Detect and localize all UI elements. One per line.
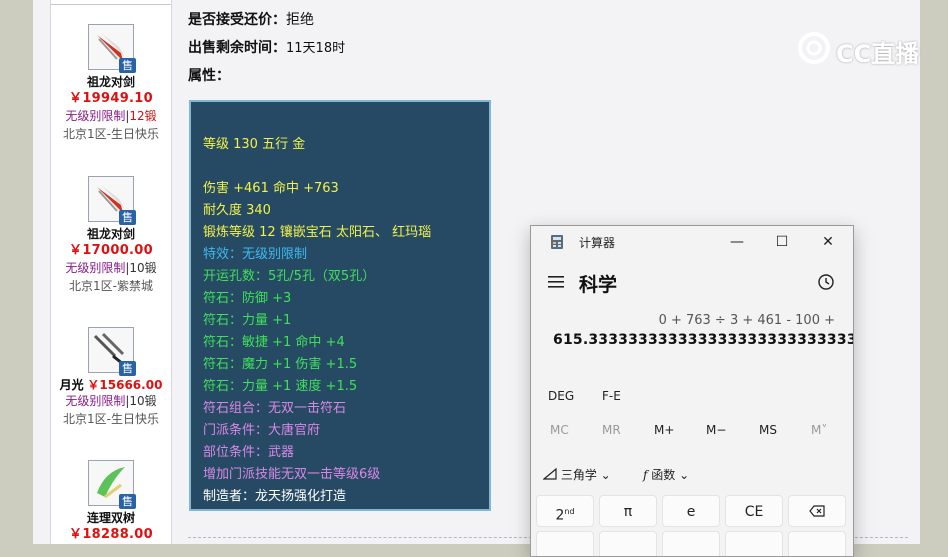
item-name[interactable]: 祖龙对剑 [51, 226, 171, 242]
item-name[interactable]: 祖龙对剑 [51, 74, 171, 90]
bargain-value: 拒绝 [286, 12, 314, 28]
listing-item[interactable]: 售 连理双树 ￥18288.00 [51, 460, 171, 544]
item-limit: 无级别限制|10锻 [65, 394, 157, 408]
close-button[interactable]: ✕ [817, 232, 839, 252]
memory-add-button[interactable]: M+ [654, 423, 674, 437]
item-name[interactable]: 连理双树 [51, 510, 171, 526]
item-limit: 无级别限制|12锻 [65, 109, 157, 123]
memory-recall-button[interactable]: MR [602, 423, 621, 437]
item-thumbnail[interactable]: 售 [88, 176, 136, 225]
item-price: ￥18288.00 [69, 527, 153, 542]
stat-line: 符石：魔力 +1 伤害 +1.5 [203, 357, 358, 372]
stat-line: 门派条件：大唐官府 [203, 423, 321, 438]
item-server: 北京1区-紫禁城 [69, 279, 153, 293]
time-value: 11天18时 [286, 41, 346, 56]
item-name[interactable]: 月光 [60, 378, 84, 392]
item-thumbnail[interactable]: 售 [88, 460, 136, 509]
stat-line: 符石：防御 +3 [203, 291, 292, 306]
for-sale-badge: 售 [119, 210, 136, 225]
attribute-label: 属性： [188, 68, 230, 84]
stat-line: 符石：力量 +1 [203, 313, 292, 328]
stat-line: 锻炼等级 12 镶嵌宝石 太阳石、 红玛瑙 [203, 225, 432, 240]
history-icon[interactable] [817, 273, 835, 291]
item-server: 北京1区-生日快乐 [63, 127, 159, 141]
calculator-key[interactable] [662, 531, 720, 556]
stat-line: 符石：力量 +1 速度 +1.5 [203, 379, 358, 394]
fe-button[interactable]: F-E [602, 389, 621, 403]
stat-line: 部位条件：武器 [203, 445, 295, 460]
calculator-key[interactable] [536, 531, 594, 556]
chevron-down-icon: ⌄ [600, 468, 611, 482]
stat-line: 制造者：龙天扬强化打造 [203, 489, 347, 504]
listing-item[interactable]: 售 祖龙对剑 ￥17000.00 无级别限制|10锻 北京1区-紫禁城 [51, 176, 171, 295]
function-dropdown[interactable]: f 函数 ⌄ [643, 466, 689, 483]
menu-icon[interactable] [548, 276, 564, 288]
chevron-down-icon: ⌄ [679, 468, 690, 482]
for-sale-badge: 售 [119, 494, 136, 509]
mode-title: 科学 [579, 274, 618, 296]
maximize-button[interactable]: ☐ [771, 232, 793, 252]
item-thumbnail[interactable]: 售 [88, 327, 136, 376]
backspace-key[interactable] [788, 495, 846, 527]
stat-line: 符石组合：无双一击符石 [203, 401, 347, 416]
stat-line: 增加门派技能无双一击等级6级 [203, 467, 381, 482]
watermark-icon [798, 32, 830, 64]
divider [51, 4, 171, 5]
item-price: ￥19949.10 [69, 91, 153, 106]
for-sale-badge: 售 [119, 58, 136, 73]
item-server: 北京1区-生日快乐 [63, 412, 159, 426]
stat-line: 开运孔数：5孔/5孔（双5孔） [203, 269, 376, 284]
title-bar[interactable]: 计算器 — ☐ ✕ [531, 226, 853, 258]
item-limit: 无级别限制|10锻 [65, 261, 157, 275]
item-price: ￥17000.00 [69, 243, 153, 258]
stat-line: 等级 130 五行 金 [203, 137, 306, 152]
watermark-logo: CC直播 [796, 30, 920, 68]
stat-line: 耐久度 340 [203, 203, 271, 218]
time-label: 出售剩余时间： [188, 40, 286, 56]
item-thumbnail[interactable]: 售 [88, 24, 136, 73]
stat-line: 特效：无级别限制 [203, 247, 308, 262]
for-sale-badge: 售 [119, 361, 136, 376]
trigonometry-dropdown[interactable]: 三角学 ⌄ [542, 466, 611, 483]
calculator-key[interactable] [599, 531, 657, 556]
listing-sidebar: 售 祖龙对剑 ￥19949.10 无级别限制|12锻 北京1区-生日快乐 售 祖… [50, 0, 172, 544]
bargain-label: 是否接受还价： [188, 12, 286, 28]
memory-subtract-button[interactable]: M− [706, 423, 726, 437]
bargain-row: 是否接受还价：拒绝 [188, 9, 314, 29]
time-row: 出售剩余时间：11天18时 [188, 37, 345, 57]
backspace-icon [809, 505, 825, 517]
result-display: 615.3333333333333333333333333333 [553, 332, 854, 348]
calculator-app-icon [551, 235, 563, 249]
euler-key[interactable]: e [662, 495, 720, 527]
memory-list-button[interactable]: M˅ [811, 423, 827, 437]
attribute-panel: 等级 130 五行 金 伤害 +461 命中 +763 耐久度 340 锻炼等级… [189, 100, 491, 511]
calculator-key[interactable] [725, 531, 783, 556]
window-title: 计算器 [579, 236, 616, 250]
pi-key[interactable]: π [599, 495, 657, 527]
expression-display: 0 + 763 ÷ 3 + 461 - 100 + [658, 313, 835, 328]
memory-store-button[interactable]: MS [759, 423, 777, 437]
attribute-row: 属性： [188, 65, 230, 85]
stat-line: 伤害 +461 命中 +763 [203, 181, 339, 196]
item-price: ￥15666.00 [87, 378, 163, 392]
function-label: 函数 [651, 468, 676, 482]
minimize-button[interactable]: — [726, 232, 748, 252]
calculator-window[interactable]: 计算器 — ☐ ✕ 科学 0 + 763 ÷ 3 + 461 - 100 + 6… [530, 225, 854, 557]
stat-line: 符石：敏捷 +1 命中 +4 [203, 335, 345, 350]
second-function-key[interactable]: 2nd [536, 495, 594, 527]
function-icon: f [643, 468, 648, 482]
listing-item[interactable]: 售 祖龙对剑 ￥19949.10 无级别限制|12锻 北京1区-生日快乐 [51, 24, 171, 143]
deg-button[interactable]: DEG [548, 389, 574, 403]
trigonometry-label: 三角学 [560, 468, 597, 482]
calculator-key[interactable] [788, 531, 846, 556]
memory-clear-button[interactable]: MC [550, 423, 569, 437]
item-name-row: 月光 ￥15666.00 [51, 377, 171, 393]
listing-item[interactable]: 售 月光 ￥15666.00 无级别限制|10锻 北京1区-生日快乐 [51, 327, 171, 428]
watermark-text: CC直播 [836, 40, 920, 68]
clear-entry-key[interactable]: CE [725, 495, 783, 527]
triangle-icon [542, 467, 557, 480]
